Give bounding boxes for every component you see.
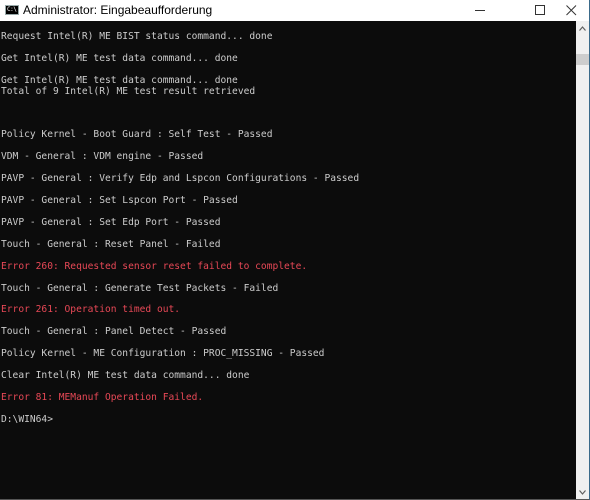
console-line: Get Intel(R) ME test data command... don… (1, 52, 238, 64)
console-line: PAVP - General : Set Lspcon Port - Passe… (1, 195, 238, 207)
cmd-icon: C:\ (5, 5, 19, 15)
maximize-icon (534, 5, 545, 15)
console-line: PAVP - General : Verify Edp and Lspcon C… (1, 173, 360, 185)
console-line: Clear Intel(R) ME test data command... d… (1, 370, 250, 382)
console-error-line: Error 81: MEManuf Operation Failed. (1, 391, 204, 403)
console-line: PAVP - General : Set Edp Port - Passed (1, 216, 221, 228)
cmd-window: C:\ Administrator: Eingabeaufforderung R… (0, 0, 590, 500)
close-button[interactable] (553, 0, 589, 21)
window-title: Administrator: Eingabeaufforderung (23, 3, 213, 17)
close-icon (565, 5, 576, 16)
scroll-thumb[interactable] (576, 54, 589, 65)
minimize-icon (474, 10, 485, 11)
console-error-line: Error 261: Operation timed out. (1, 304, 181, 316)
console-line: Policy Kernel - Boot Guard : Self Test -… (1, 129, 273, 141)
console-line: D:\WIN64> (1, 413, 53, 425)
vertical-scrollbar[interactable] (576, 21, 589, 499)
console-lines: Request Intel(R) ME BIST status command.… (1, 31, 359, 425)
title-bar[interactable]: C:\ Administrator: Eingabeaufforderung (0, 0, 589, 21)
scroll-down-button[interactable] (576, 485, 589, 499)
console-line: Request Intel(R) ME BIST status command.… (1, 31, 273, 42)
console-line: Touch - General : Generate Test Packets … (1, 282, 279, 294)
console-error-line: Error 260: Requested sensor reset failed… (1, 260, 308, 272)
minimize-button[interactable] (462, 0, 498, 21)
scroll-up-button[interactable] (576, 21, 589, 35)
console-output[interactable]: Request Intel(R) ME BIST status command.… (0, 21, 576, 499)
console-line: Get Intel(R) ME test data command... don… (1, 74, 238, 86)
console-line: Touch - General : Panel Detect - Passed (1, 326, 227, 338)
console-line: Policy Kernel - ME Configuration : PROC_… (1, 348, 325, 360)
console-line: VDM - General : VDM engine - Passed (1, 151, 204, 163)
chevron-up-icon (579, 25, 586, 31)
console-line: Touch - General : Reset Panel - Failed (1, 238, 221, 250)
console-line: Total of 9 Intel(R) ME test result retri… (1, 85, 256, 97)
chevron-down-icon (579, 489, 586, 495)
